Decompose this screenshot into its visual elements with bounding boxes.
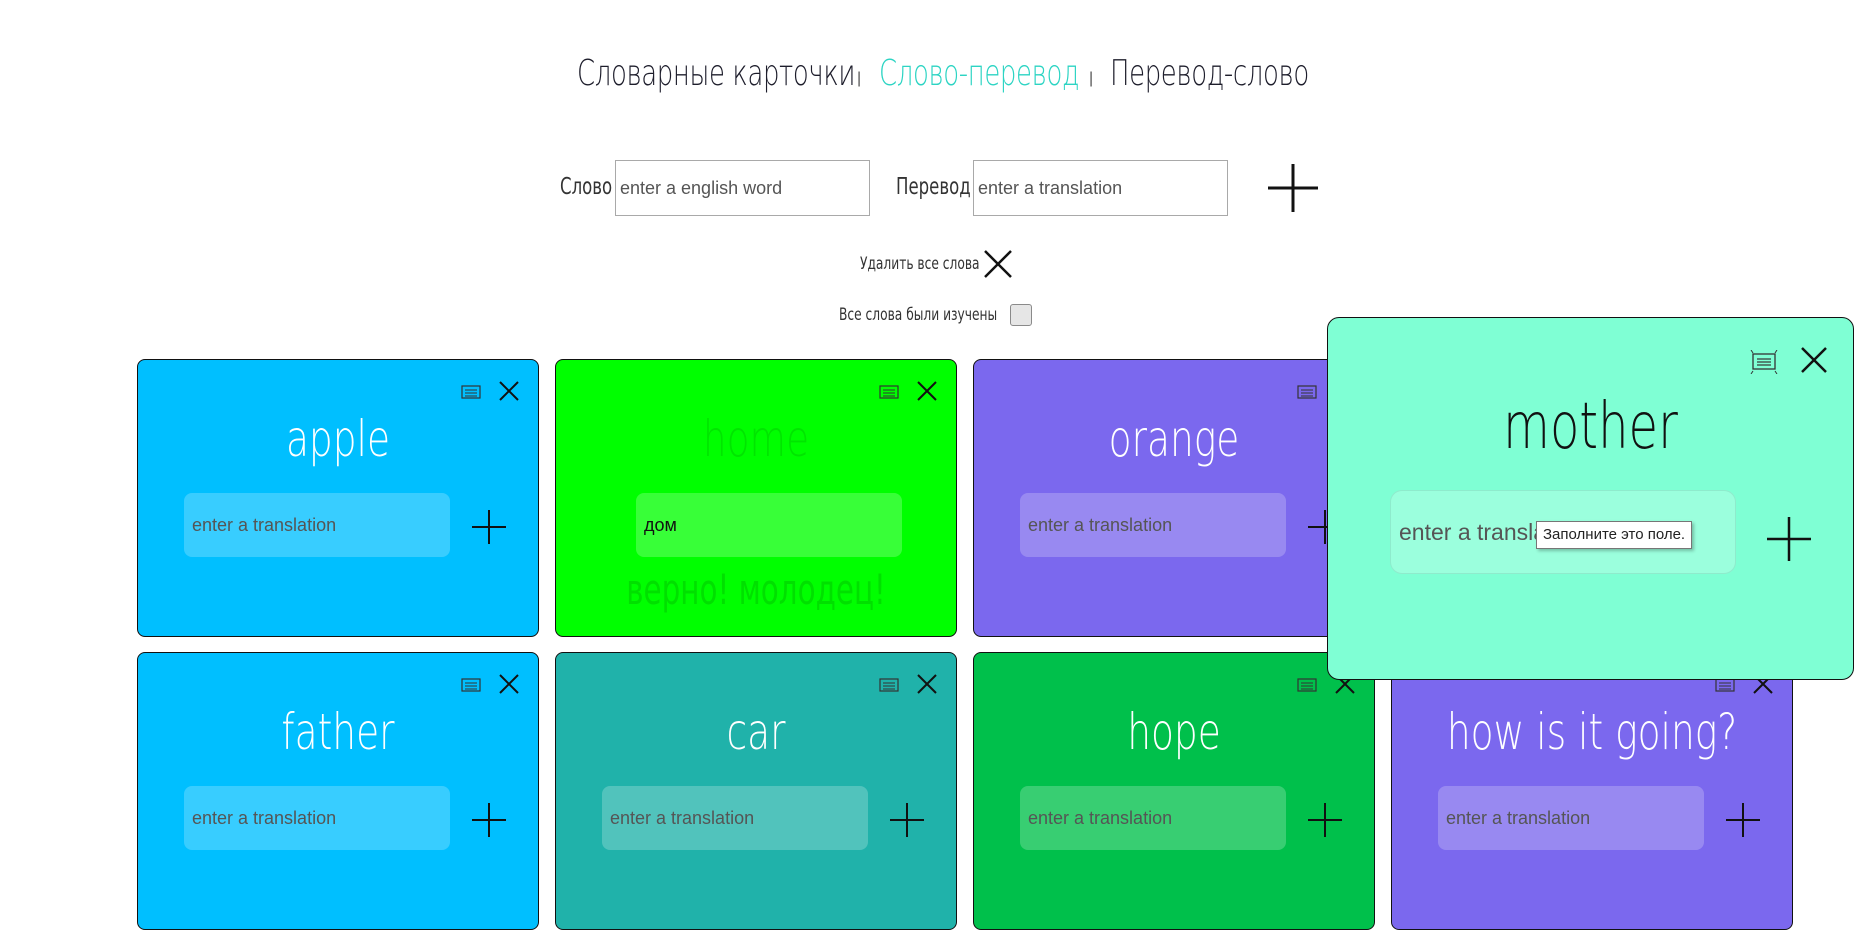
close-icon [984,250,1012,278]
add-word-button[interactable] [1266,160,1320,216]
notes-icon[interactable] [879,677,899,693]
close-icon[interactable] [498,673,520,695]
top-nav: Словарные карточки | Слово-перевод | Пер… [0,50,1875,100]
close-icon[interactable] [1800,346,1828,374]
card-word: apple [285,410,391,468]
nav-separator: | [1089,70,1094,87]
notes-icon[interactable] [461,677,481,693]
card-word: orange [1108,410,1240,468]
enlarged-card: mother [1327,317,1854,680]
plus-icon [1767,517,1811,561]
translation-label: Перевод [896,174,971,200]
all-learned-checkbox[interactable] [1010,304,1032,326]
word-card: orange [973,359,1375,637]
word-card: apple [137,359,539,637]
card-translation-input[interactable] [184,786,450,850]
plus-icon [1268,164,1318,212]
card-add-button[interactable] [1306,801,1344,839]
card-word: hope [1127,703,1221,761]
word-card: hope [973,652,1375,930]
notes-icon[interactable] [1297,384,1317,400]
card-word: car [726,703,786,761]
word-label: Слово [560,174,613,200]
delete-all-label: Удалить все слова [860,254,980,274]
word-card: car [555,652,957,930]
all-learned-label: Все слова были изучены [839,305,998,325]
validation-tooltip: Заполните это поле. [1536,521,1693,549]
delete-all-button[interactable] [983,249,1013,279]
tab-flashcards[interactable]: Словарные карточки [577,50,855,98]
close-icon[interactable] [916,380,938,402]
word-card: how is it going? [1391,652,1793,930]
card-word: how is it going? [1446,703,1738,761]
word-input[interactable] [615,160,870,216]
plus-icon [1726,803,1760,837]
card-add-button[interactable] [470,508,508,546]
card-translation-input[interactable] [1020,493,1286,557]
feedback-message: верно! молодец! [626,565,886,614]
plus-icon [890,803,924,837]
card-add-button[interactable] [1724,801,1762,839]
notes-icon[interactable] [461,384,481,400]
notes-icon[interactable] [1297,677,1317,693]
nav-separator: | [857,70,862,87]
card-word: home [702,410,810,468]
plus-icon [472,803,506,837]
tab-word-translation[interactable]: Слово-перевод [879,50,1079,98]
card-translation-input[interactable] [1438,786,1704,850]
close-icon[interactable] [498,380,520,402]
tab-translation-word[interactable]: Перевод-слово [1110,50,1309,98]
notes-icon[interactable] [879,384,899,400]
notes-icon[interactable] [1750,349,1778,375]
translation-input[interactable] [973,160,1228,216]
card-translation-input[interactable] [602,786,868,850]
card-add-button[interactable] [888,801,926,839]
card-translation-input[interactable] [1020,786,1286,850]
plus-icon [472,510,506,544]
close-icon[interactable] [916,673,938,695]
card-word: father [281,703,395,761]
card-translation-input[interactable] [184,493,450,557]
plus-icon [1308,803,1342,837]
card-add-button[interactable] [470,801,508,839]
card-add-button[interactable] [1764,514,1814,564]
card-translation-input[interactable] [636,493,902,557]
word-card: father [137,652,539,930]
card-word: mother [1503,390,1678,464]
word-card: home верно! молодец! [555,359,957,637]
